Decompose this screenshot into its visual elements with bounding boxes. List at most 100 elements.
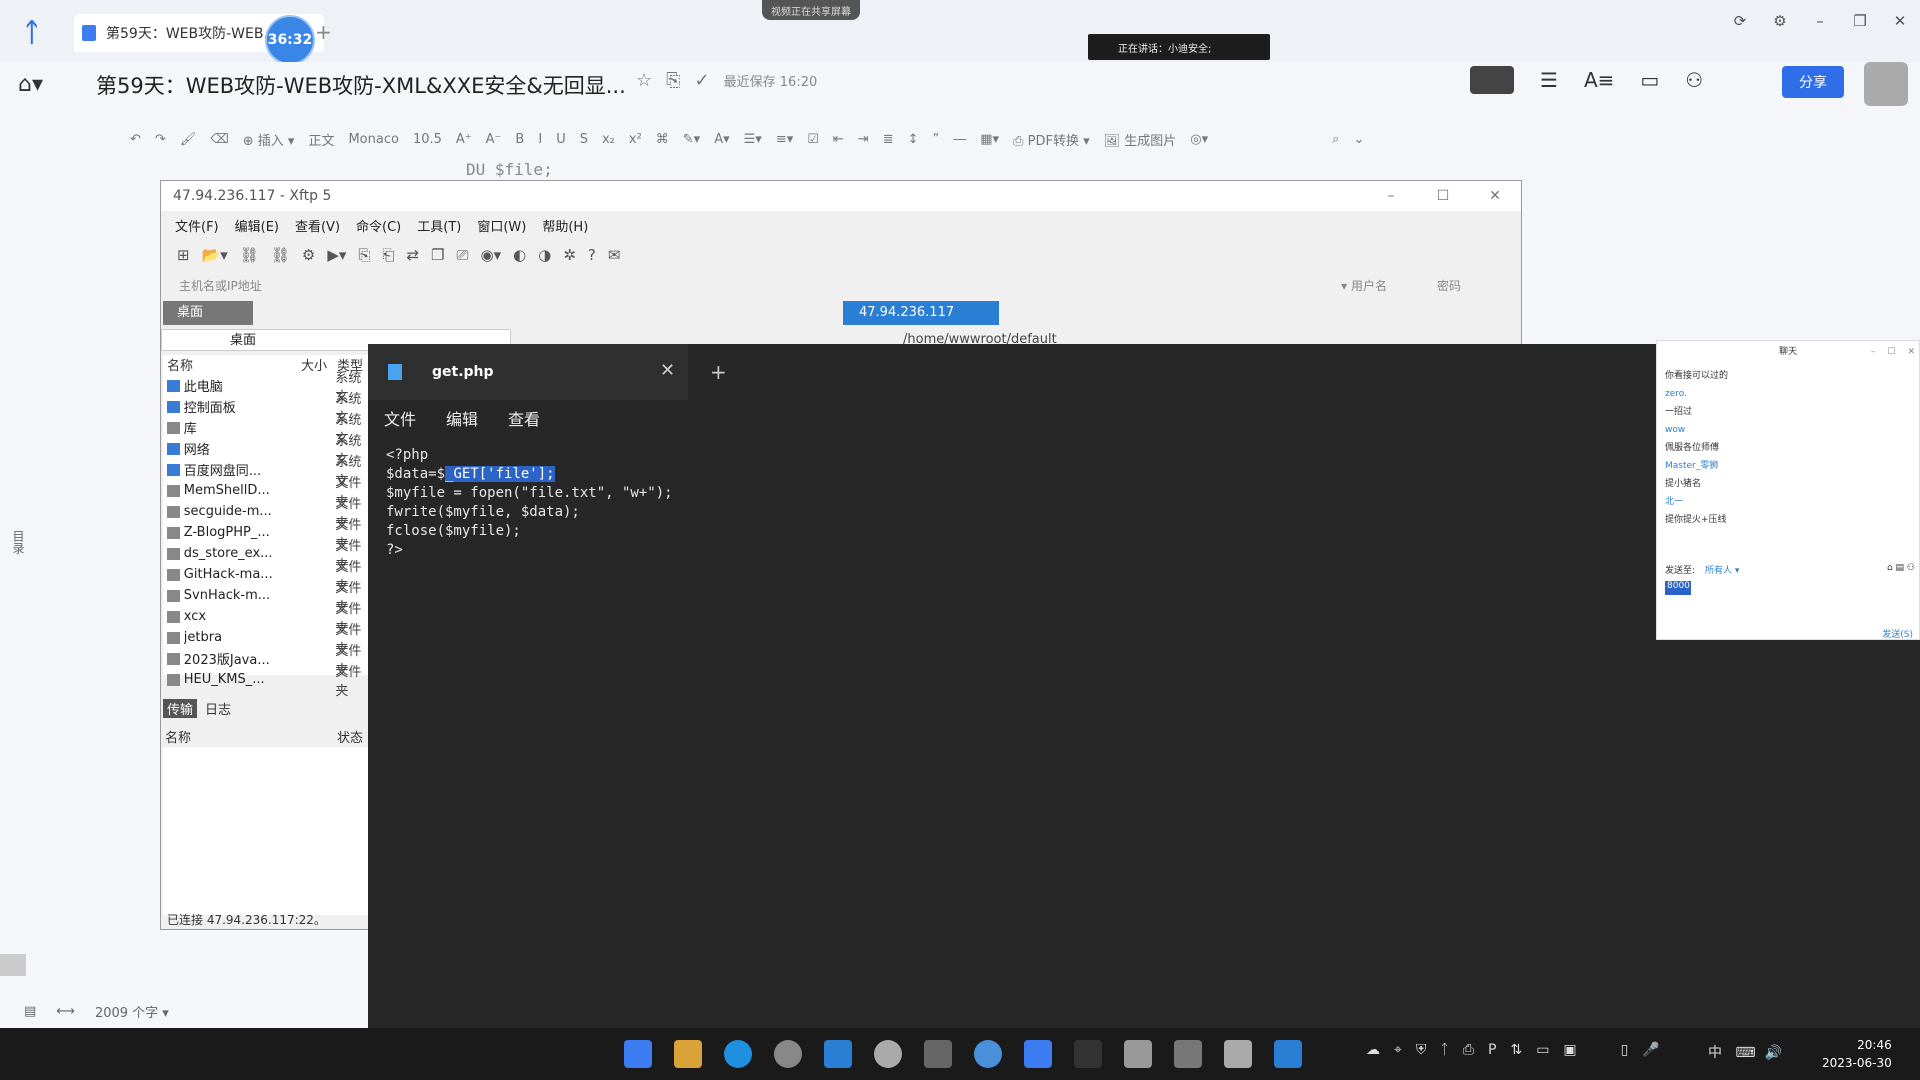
tray-docs-icon[interactable]: ᛏ — [1440, 1042, 1448, 1058]
chrome-browser-icon[interactable] — [774, 1040, 802, 1068]
terminal-icon[interactable]: ◐ — [513, 246, 526, 264]
burp-icon[interactable] — [1174, 1040, 1202, 1068]
tray-p-icon[interactable]: P — [1488, 1042, 1496, 1058]
tab-transfer[interactable]: 传输 — [163, 699, 198, 718]
list-panel-icon[interactable] — [0, 954, 26, 976]
menu-file[interactable]: 文件(F) — [175, 216, 219, 235]
indent-icon[interactable]: ⇥ — [858, 132, 869, 147]
tray-printer-icon[interactable]: ⎙ — [1463, 1042, 1474, 1058]
start-menu-icon[interactable] — [624, 1040, 652, 1068]
transfer-column-name[interactable]: 名称 — [165, 727, 191, 746]
open-folder-icon[interactable]: 📂▾ — [202, 246, 228, 264]
style-select[interactable]: 正文 — [308, 130, 334, 149]
outdent-icon[interactable]: ⇤ — [833, 132, 844, 147]
xftp-maximize-button[interactable]: ☐ — [1417, 188, 1469, 204]
refresh-icon[interactable]: ⟳ — [1720, 12, 1760, 30]
underline-icon[interactable]: U — [556, 132, 566, 147]
menu-command[interactable]: 命令(C) — [356, 216, 401, 235]
xftp-app-icon[interactable] — [1224, 1040, 1252, 1068]
grow-font-icon[interactable]: A⁺ — [456, 132, 472, 147]
tab-local-desktop[interactable]: 桌面 — [163, 301, 253, 325]
transfer-icon[interactable]: ▶▾ — [327, 246, 346, 264]
collaborators-avatar[interactable] — [1470, 66, 1514, 94]
recording-timer-badge[interactable]: 36:32 — [265, 15, 315, 65]
superscript-icon[interactable]: x² — [629, 132, 642, 147]
table-icon[interactable]: ▦▾ — [980, 132, 999, 147]
chat-send-button[interactable]: 发送(S) — [1882, 627, 1913, 640]
divider-icon[interactable]: ― — [953, 132, 966, 147]
page-width-icon[interactable]: ⟷ — [56, 1004, 75, 1019]
connect-icon[interactable]: ⛓ — [240, 246, 259, 264]
menu-window[interactable]: 窗口(W) — [477, 216, 526, 235]
close-tab-icon[interactable]: ✕ — [660, 360, 675, 381]
help-icon[interactable]: ? — [588, 246, 596, 264]
star-icon[interactable]: ☆ — [636, 70, 652, 91]
page-view-icon[interactable]: ▤ — [24, 1004, 36, 1019]
tray-display-icon[interactable]: ▭ — [1536, 1042, 1549, 1058]
tab-log[interactable]: 日志 — [205, 699, 231, 718]
close-button[interactable]: ✕ — [1880, 12, 1920, 30]
tab-remote-session[interactable]: 47.94.236.117 — [843, 301, 999, 325]
insert-button[interactable]: ⊕ 插入 ▾ — [243, 130, 295, 149]
input-language[interactable]: 中 ⌨ 🔊 — [1708, 1042, 1782, 1062]
highlight-icon[interactable]: ✎▾ — [683, 132, 700, 147]
cloud-app-icon[interactable] — [824, 1040, 852, 1068]
home-icon[interactable]: ⌂▾ — [18, 72, 43, 97]
steam-icon[interactable] — [874, 1040, 902, 1068]
globe-icon[interactable]: ◉▾ — [481, 246, 502, 264]
terminal-app-icon[interactable] — [924, 1040, 952, 1068]
username-field[interactable]: ▾ 用户名 — [1341, 277, 1387, 294]
font-size-icon[interactable]: A≡ — [1584, 68, 1614, 92]
firefox-icon[interactable] — [974, 1040, 1002, 1068]
line-spacing-icon[interactable]: ↕ — [908, 132, 919, 147]
maximize-button[interactable]: ❐ — [1840, 12, 1880, 30]
volume-icon[interactable]: 🔊 — [1764, 1045, 1781, 1061]
delete-file-icon[interactable]: ⎚ — [456, 246, 468, 264]
redo-icon[interactable]: ↷ — [155, 132, 166, 147]
sync-icon[interactable]: ⇄ — [406, 246, 419, 264]
column-name[interactable]: 名称 — [167, 355, 301, 375]
tray-usb-icon[interactable]: ▯ — [1621, 1042, 1629, 1058]
tray-network-icon[interactable]: ⇅ — [1510, 1042, 1522, 1058]
tray-monitor-icon[interactable]: ▣ — [1563, 1042, 1576, 1058]
chat-close-button[interactable]: ✕ — [1907, 341, 1915, 363]
checklist-icon[interactable]: ☑ — [807, 132, 819, 147]
chat-minimize-button[interactable]: – — [1871, 341, 1876, 363]
font-size-select[interactable]: 10.5 — [413, 132, 442, 147]
tencent-docs-icon[interactable] — [1024, 1040, 1052, 1068]
notepad-app-icon[interactable] — [1274, 1040, 1302, 1068]
notepad-file-tab[interactable]: get.php ✕ — [368, 344, 688, 400]
strikethrough-icon[interactable]: S — [580, 132, 588, 147]
copy-file-icon[interactable]: ❐ — [431, 246, 444, 264]
share-button[interactable]: 分享 — [1782, 66, 1844, 98]
file-explorer-icon[interactable] — [674, 1040, 702, 1068]
system-clock[interactable]: 20:46 2023-06-30 — [1822, 1036, 1892, 1072]
code-editor[interactable]: <?php $data=$_GET['file']; $myfile = fopen… — [386, 446, 673, 560]
pdf-convert-button[interactable]: ⎙ PDF转换 ▾ — [1013, 130, 1090, 149]
send-to-select[interactable]: 所有人 ▾ — [1705, 563, 1739, 576]
plugin-icon[interactable]: ◎▾ — [1190, 132, 1208, 147]
shrink-font-icon[interactable]: A⁻ — [486, 132, 502, 147]
menu-tools[interactable]: 工具(T) — [417, 216, 461, 235]
tray-capture-icon[interactable]: ⌖ — [1394, 1042, 1402, 1058]
number-list-icon[interactable]: ≡▾ — [776, 132, 793, 147]
new-tab-button[interactable]: + — [315, 20, 332, 44]
tray-cloud-icon[interactable]: ☁ — [1366, 1042, 1380, 1058]
font-select[interactable]: Monaco — [348, 132, 398, 147]
file-row[interactable]: HEU_KMS_... 文件夹 — [163, 665, 371, 699]
add-tab-icon[interactable]: + — [710, 360, 727, 384]
notepad-menu-edit[interactable]: 编辑 — [446, 406, 478, 430]
notepad-menu-view[interactable]: 查看 — [508, 406, 540, 430]
eraser-icon[interactable]: ⌫ — [210, 132, 228, 147]
subscript-icon[interactable]: x₂ — [602, 132, 615, 147]
generate-image-button[interactable]: 🖼 生成图片 — [1104, 130, 1177, 149]
undo-icon[interactable]: ↶ — [130, 132, 141, 147]
menu-edit[interactable]: 编辑(E) — [235, 216, 279, 235]
menu-view[interactable]: 查看(V) — [295, 216, 340, 235]
shell-icon[interactable]: ◑ — [538, 246, 551, 264]
user-manage-icon[interactable]: ⚇ — [1685, 68, 1703, 92]
search-icon[interactable]: ⌕ — [1332, 132, 1339, 147]
document-title[interactable]: 第59天：WEB攻防-WEB攻防-XML&XXE安全&无回显... — [96, 70, 626, 100]
quote-icon[interactable]: ” — [933, 132, 940, 147]
chat-maximize-button[interactable]: ☐ — [1887, 341, 1895, 363]
